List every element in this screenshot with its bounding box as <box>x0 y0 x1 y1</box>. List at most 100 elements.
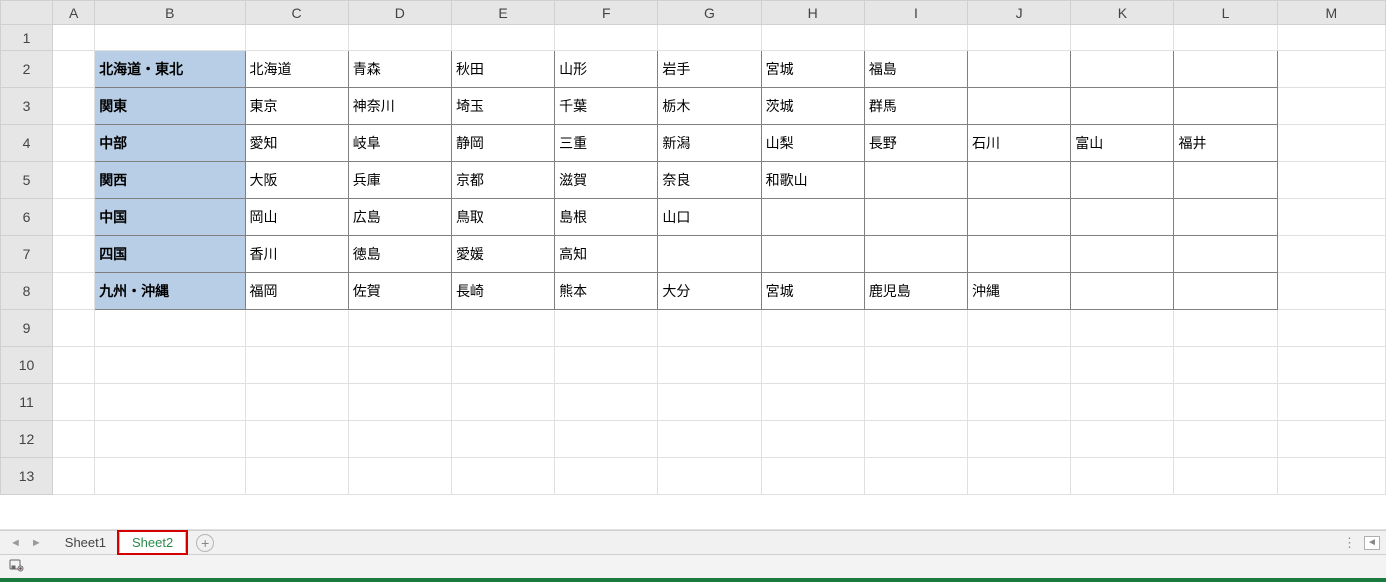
cell-K3[interactable] <box>1071 88 1174 125</box>
cell-E8[interactable]: 長崎 <box>451 273 554 310</box>
cell-L6[interactable] <box>1174 199 1277 236</box>
row-header[interactable]: 3 <box>1 88 53 125</box>
cell-B13[interactable] <box>95 458 245 495</box>
cell-H11[interactable] <box>761 384 864 421</box>
cell-H12[interactable] <box>761 421 864 458</box>
row-header[interactable]: 11 <box>1 384 53 421</box>
cell-B12[interactable] <box>95 421 245 458</box>
col-header[interactable]: F <box>555 1 658 25</box>
cell-M1[interactable] <box>1277 25 1385 51</box>
cell-E13[interactable] <box>451 458 554 495</box>
cell-E3[interactable]: 埼玉 <box>451 88 554 125</box>
row-header[interactable]: 4 <box>1 125 53 162</box>
cell-L13[interactable] <box>1174 458 1277 495</box>
row-header[interactable]: 10 <box>1 347 53 384</box>
cell-A5[interactable] <box>53 162 95 199</box>
cell-H3[interactable]: 茨城 <box>761 88 864 125</box>
horizontal-scroll-left-button[interactable]: ◄ <box>1364 536 1380 550</box>
cell-I12[interactable] <box>864 421 967 458</box>
cell-F12[interactable] <box>555 421 658 458</box>
cell-H13[interactable] <box>761 458 864 495</box>
cell-B8[interactable]: 九州・沖縄 <box>95 273 245 310</box>
cell-K2[interactable] <box>1071 51 1174 88</box>
cell-K6[interactable] <box>1071 199 1174 236</box>
row-header[interactable]: 13 <box>1 458 53 495</box>
cell-I9[interactable] <box>864 310 967 347</box>
cell-L11[interactable] <box>1174 384 1277 421</box>
cell-L2[interactable] <box>1174 51 1277 88</box>
cell-F1[interactable] <box>555 25 658 51</box>
cell-I13[interactable] <box>864 458 967 495</box>
cell-H6[interactable] <box>761 199 864 236</box>
cell-A9[interactable] <box>53 310 95 347</box>
cell-G2[interactable]: 岩手 <box>658 51 761 88</box>
cell-K9[interactable] <box>1071 310 1174 347</box>
col-header[interactable]: E <box>451 1 554 25</box>
cell-J10[interactable] <box>968 347 1071 384</box>
cell-D12[interactable] <box>348 421 451 458</box>
cell-M5[interactable] <box>1277 162 1385 199</box>
row-header[interactable]: 5 <box>1 162 53 199</box>
cell-K8[interactable] <box>1071 273 1174 310</box>
cell-F8[interactable]: 熊本 <box>555 273 658 310</box>
cell-F7[interactable]: 高知 <box>555 236 658 273</box>
cell-C2[interactable]: 北海道 <box>245 51 348 88</box>
cell-E1[interactable] <box>451 25 554 51</box>
sheet-tab-sheet1[interactable]: Sheet1 <box>52 532 119 553</box>
cell-D3[interactable]: 神奈川 <box>348 88 451 125</box>
col-header[interactable]: L <box>1174 1 1277 25</box>
cell-C5[interactable]: 大阪 <box>245 162 348 199</box>
cell-C3[interactable]: 東京 <box>245 88 348 125</box>
cell-D1[interactable] <box>348 25 451 51</box>
col-header[interactable]: D <box>348 1 451 25</box>
cell-M2[interactable] <box>1277 51 1385 88</box>
row-header[interactable]: 8 <box>1 273 53 310</box>
cell-M4[interactable] <box>1277 125 1385 162</box>
cell-K7[interactable] <box>1071 236 1174 273</box>
cell-F9[interactable] <box>555 310 658 347</box>
cell-E5[interactable]: 京都 <box>451 162 554 199</box>
cell-D8[interactable]: 佐賀 <box>348 273 451 310</box>
select-all-corner[interactable] <box>1 1 53 25</box>
cell-B5[interactable]: 関西 <box>95 162 245 199</box>
cell-L8[interactable] <box>1174 273 1277 310</box>
cell-D5[interactable]: 兵庫 <box>348 162 451 199</box>
cell-A8[interactable] <box>53 273 95 310</box>
cell-B10[interactable] <box>95 347 245 384</box>
row-header[interactable]: 1 <box>1 25 53 51</box>
cell-H5[interactable]: 和歌山 <box>761 162 864 199</box>
row-header[interactable]: 7 <box>1 236 53 273</box>
cell-I2[interactable]: 福島 <box>864 51 967 88</box>
cell-H1[interactable] <box>761 25 864 51</box>
cell-B2[interactable]: 北海道・東北 <box>95 51 245 88</box>
cell-J13[interactable] <box>968 458 1071 495</box>
cell-K12[interactable] <box>1071 421 1174 458</box>
cell-D4[interactable]: 岐阜 <box>348 125 451 162</box>
cell-F5[interactable]: 滋賀 <box>555 162 658 199</box>
cell-E10[interactable] <box>451 347 554 384</box>
cell-I4[interactable]: 長野 <box>864 125 967 162</box>
cell-L10[interactable] <box>1174 347 1277 384</box>
row-header[interactable]: 2 <box>1 51 53 88</box>
tab-nav-arrows[interactable]: ◄ ► <box>0 537 52 549</box>
col-header[interactable]: M <box>1277 1 1385 25</box>
cell-L12[interactable] <box>1174 421 1277 458</box>
col-header[interactable]: B <box>95 1 245 25</box>
cell-D13[interactable] <box>348 458 451 495</box>
cell-C9[interactable] <box>245 310 348 347</box>
col-header[interactable]: G <box>658 1 761 25</box>
cell-M13[interactable] <box>1277 458 1385 495</box>
cell-C4[interactable]: 愛知 <box>245 125 348 162</box>
col-header[interactable]: K <box>1071 1 1174 25</box>
cell-A13[interactable] <box>53 458 95 495</box>
cell-J2[interactable] <box>968 51 1071 88</box>
cell-D2[interactable]: 青森 <box>348 51 451 88</box>
cell-C10[interactable] <box>245 347 348 384</box>
cell-C6[interactable]: 岡山 <box>245 199 348 236</box>
col-header[interactable]: C <box>245 1 348 25</box>
col-header[interactable]: I <box>864 1 967 25</box>
cell-F6[interactable]: 島根 <box>555 199 658 236</box>
cell-D11[interactable] <box>348 384 451 421</box>
row-header[interactable]: 9 <box>1 310 53 347</box>
cell-G10[interactable] <box>658 347 761 384</box>
